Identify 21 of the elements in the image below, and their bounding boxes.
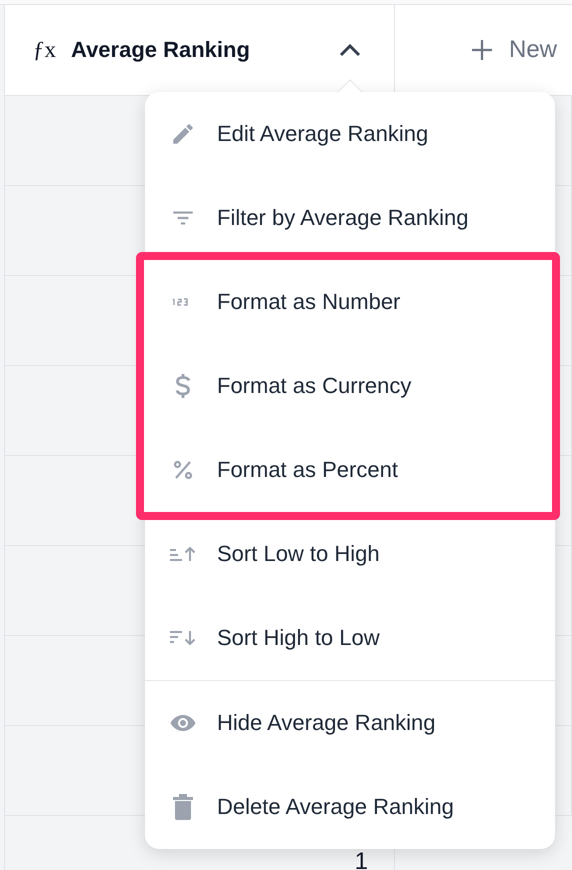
menu-item[interactable]: Hide Average Ranking [145, 681, 555, 765]
plus-icon [471, 39, 493, 61]
menu-item[interactable]: Format as Percent [144, 428, 552, 512]
menu-item[interactable]: Format as Currency [144, 344, 552, 428]
percent-icon [171, 458, 195, 482]
menu-item[interactable]: Filter by Average Ranking [145, 176, 555, 260]
menu-item[interactable]: Format as Number [144, 260, 552, 344]
sort-ascending-icon [169, 544, 197, 564]
menu-item[interactable]: Delete Average Ranking [145, 765, 555, 849]
menu-item[interactable]: Sort Low to High [145, 512, 555, 596]
eye-icon [169, 713, 197, 733]
dollar-icon [173, 372, 193, 400]
sort-descending-icon [169, 628, 197, 648]
chevron-up-icon[interactable] [339, 44, 361, 56]
function-icon: ƒx [33, 37, 56, 63]
trash-icon [172, 793, 194, 821]
menu-item[interactable]: Sort High to Low [145, 596, 555, 680]
new-column-button[interactable]: New [509, 36, 558, 64]
column-title: Average Ranking [71, 37, 250, 63]
table-cell: 1 [354, 850, 368, 870]
menu-item[interactable]: Edit Average Ranking [145, 92, 555, 176]
